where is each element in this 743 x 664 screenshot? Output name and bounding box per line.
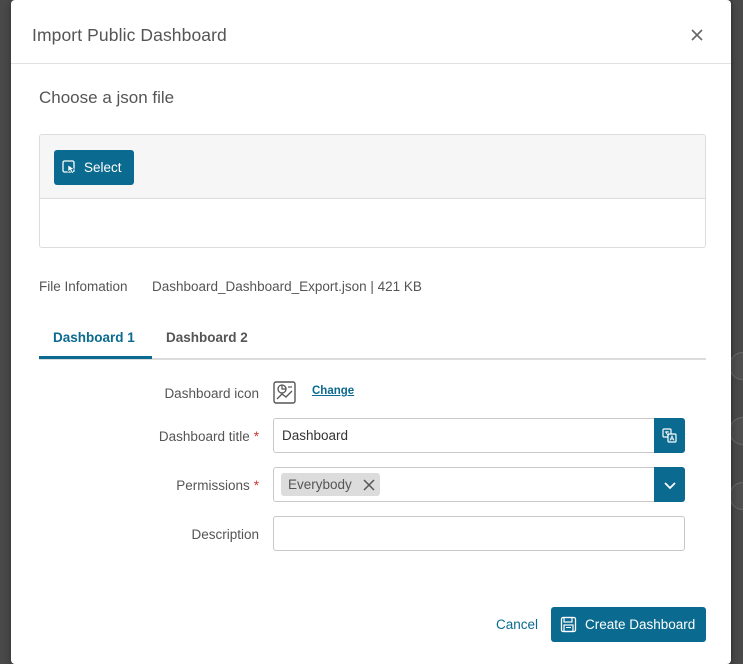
choose-file-heading: Choose a json file [39,88,175,107]
save-icon [560,616,577,633]
chevron-down-icon [663,481,676,489]
tab-dashboard-2[interactable]: Dashboard 2 [166,330,248,345]
description-input[interactable] [273,516,685,551]
create-dashboard-label: Create Dashboard [585,617,696,632]
active-tab-indicator [39,356,152,359]
backdrop-round-button [729,482,743,510]
description-label-text: Description [191,527,259,542]
select-file-button[interactable]: Select [54,150,134,185]
file-info-value: Dashboard_Dashboard_Export.json | 421 KB [152,279,422,294]
dashboard-title-label: Dashboard title * [59,429,259,444]
dashboard-tabs: Dashboard 1 Dashboard 2 [39,320,706,360]
permissions-dropdown-button[interactable] [654,467,685,502]
permissions-label: Permissions * [59,478,259,493]
permissions-label-text: Permissions [176,478,250,493]
dashboard-icon-label: Dashboard icon [59,386,259,401]
permission-chip: Everybody [281,473,380,496]
tab-dashboard-1[interactable]: Dashboard 1 [53,330,135,345]
create-dashboard-button[interactable]: Create Dashboard [551,607,706,642]
remove-chip-icon[interactable] [362,478,376,492]
permission-chip-label: Everybody [288,477,352,492]
dashboard-title-value: Dashboard [282,428,349,443]
backdrop-round-button [729,417,743,445]
dashboard-chart-icon [273,381,296,404]
upload-toolbar: Select [40,135,705,199]
backdrop-right-strip [733,0,743,664]
dashboard-title-label-text: Dashboard title [158,429,250,444]
cancel-button[interactable]: Cancel [496,617,538,632]
change-icon-link[interactable]: Change [312,385,354,397]
file-upload-area[interactable]: Select [39,134,706,248]
dialog-title: Import Public Dashboard [32,25,227,45]
file-info-label: File Infomation [39,279,128,294]
dialog-header: Import Public Dashboard [11,0,731,64]
permissions-select[interactable]: Everybody [273,467,685,502]
select-file-icon [62,160,76,174]
required-asterisk: * [253,478,259,493]
required-asterisk: * [253,429,259,444]
translate-icon [662,428,677,443]
select-file-label: Select [84,160,122,175]
translate-button[interactable] [654,418,685,453]
close-icon[interactable] [689,27,705,43]
description-label: Description [59,527,259,542]
dashboard-icon-label-text: Dashboard icon [164,386,259,401]
dashboard-title-input[interactable]: Dashboard [273,418,685,453]
import-dashboard-dialog: Import Public Dashboard Choose a json fi… [11,0,731,664]
backdrop-round-button [729,352,743,380]
